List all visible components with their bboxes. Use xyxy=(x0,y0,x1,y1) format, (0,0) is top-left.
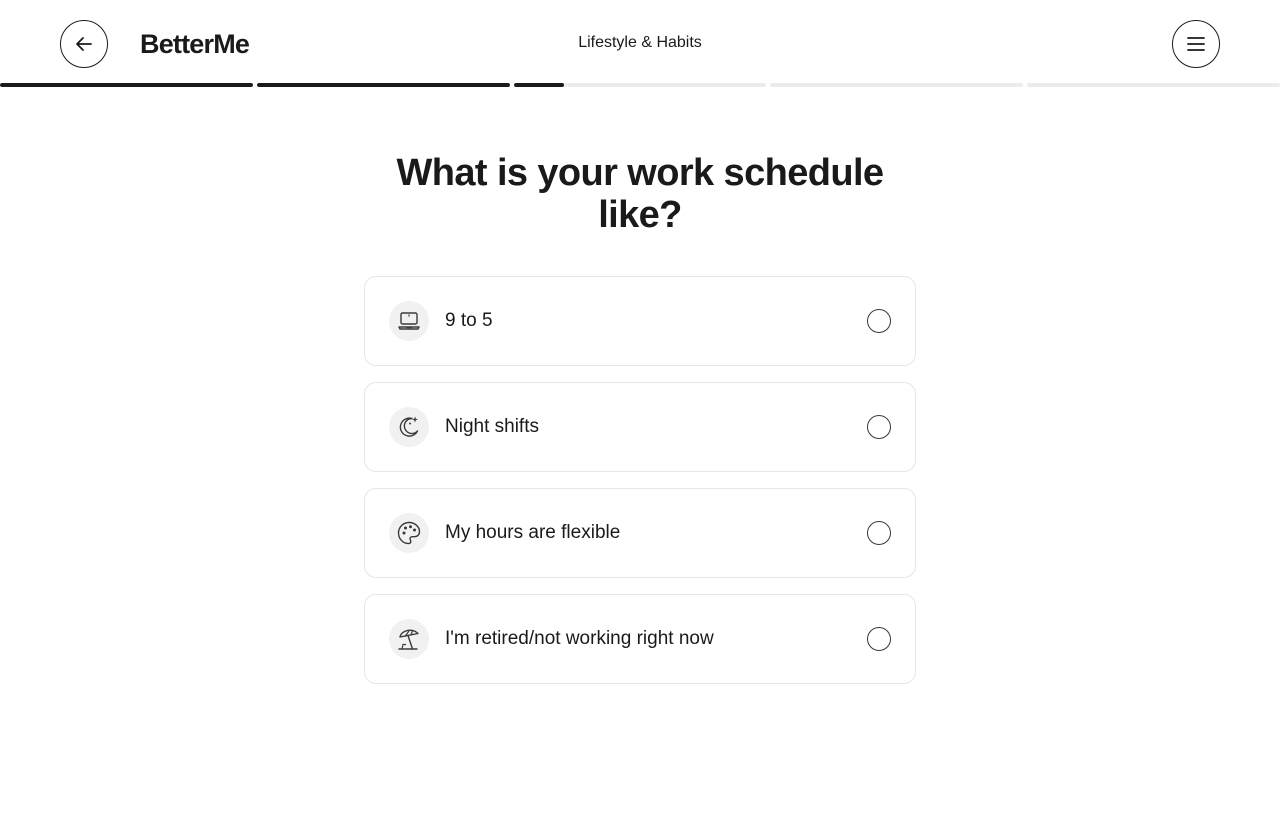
radio-button[interactable] xyxy=(867,309,891,333)
moon-sparkle-icon xyxy=(389,407,429,447)
header: BetterMe Lifestyle & Habits xyxy=(0,0,1280,87)
option-label: 9 to 5 xyxy=(445,310,493,331)
progress-segment xyxy=(1027,83,1280,87)
option-night-shifts[interactable]: Night shifts xyxy=(364,382,916,472)
progress-segment xyxy=(0,83,253,87)
progress-segment xyxy=(770,83,1024,87)
menu-button[interactable] xyxy=(1172,20,1220,68)
hamburger-menu-icon xyxy=(1187,37,1205,51)
option-flexible-hours[interactable]: My hours are flexible xyxy=(364,488,916,578)
radio-button[interactable] xyxy=(867,521,891,545)
progress-segment xyxy=(256,83,510,87)
options-list: 9 to 5 Night shifts My hours are flexibl… xyxy=(364,276,916,700)
option-label: I'm retired/not working right now xyxy=(445,628,714,649)
beach-umbrella-icon xyxy=(389,619,429,659)
progress-bar xyxy=(0,83,1280,87)
option-label: Night shifts xyxy=(445,416,539,437)
option-label: My hours are flexible xyxy=(445,522,621,543)
radio-button[interactable] xyxy=(867,415,891,439)
laptop-icon xyxy=(389,301,429,341)
palette-icon xyxy=(389,513,429,553)
radio-button[interactable] xyxy=(867,627,891,651)
question-title: What is your work schedule like? xyxy=(396,152,885,236)
progress-segment xyxy=(513,83,767,87)
progress-fill xyxy=(513,83,565,87)
progress-fill xyxy=(0,83,253,87)
option-9-to-5[interactable]: 9 to 5 xyxy=(364,276,916,366)
section-title: Lifestyle & Habits xyxy=(578,34,702,51)
progress-fill xyxy=(256,83,510,87)
option-retired[interactable]: I'm retired/not working right now xyxy=(364,594,916,684)
